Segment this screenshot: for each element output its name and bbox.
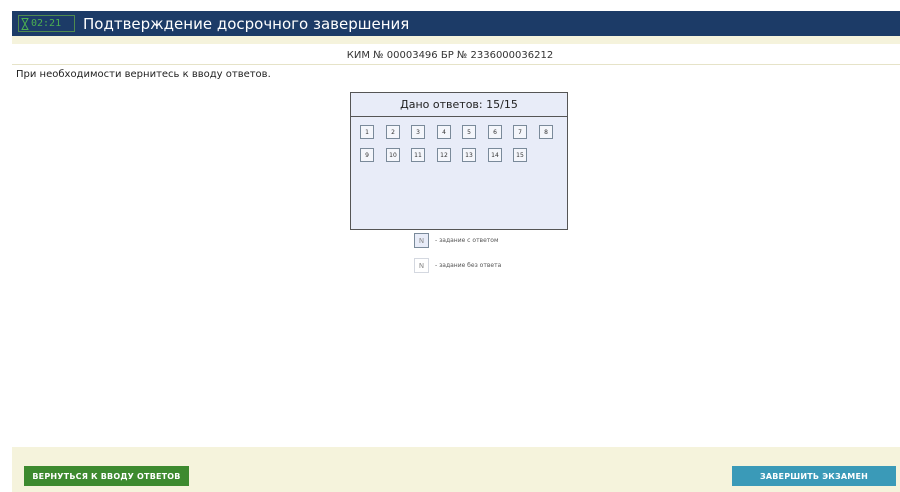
task-cell[interactable]: 3: [411, 125, 425, 139]
task-cell[interactable]: 4: [437, 125, 451, 139]
task-cell[interactable]: 7: [513, 125, 527, 139]
kim-info: КИМ № 00003496 БР № 2336000036212: [346, 50, 554, 61]
task-cell[interactable]: 10: [386, 148, 400, 162]
page-title: Подтверждение досрочного завершения: [83, 14, 410, 33]
divider: [12, 64, 900, 65]
finish-exam-button[interactable]: ЗАВЕРШИТЬ ЭКЗАМЕН: [732, 466, 896, 486]
task-cell[interactable]: 5: [462, 125, 476, 139]
legend-answered-label: - задание с ответом: [435, 237, 499, 244]
answers-panel: Дано ответов: 15/15 1 2 3 4 5 6 7 8 9 10 11 12 13 14 1…: [350, 92, 568, 230]
task-cell[interactable]: 15: [513, 148, 527, 162]
legend-answered-box: N: [414, 233, 429, 248]
instruction-text: При необходимости вернитесь к вводу отве…: [16, 69, 271, 80]
legend-unanswered-label: - задание без ответа: [435, 262, 502, 269]
task-cell[interactable]: 1: [360, 125, 374, 139]
task-cell[interactable]: 13: [462, 148, 476, 162]
exam-timer: 02:21: [18, 15, 75, 32]
task-cell[interactable]: 12: [437, 148, 451, 162]
task-cell[interactable]: 6: [488, 125, 502, 139]
task-cell[interactable]: 14: [488, 148, 502, 162]
task-cell[interactable]: 8: [539, 125, 553, 139]
hourglass-icon: [19, 16, 31, 31]
legend-unanswered-box: N: [414, 258, 429, 273]
answers-count: Дано ответов: 15/15: [351, 93, 567, 117]
header-bar: 02:21 Подтверждение досрочного завершени…: [12, 11, 900, 36]
header-strip: [12, 36, 900, 44]
task-cell[interactable]: 11: [411, 148, 425, 162]
return-to-answers-button[interactable]: ВЕРНУТЬСЯ К ВВОДУ ОТВЕТОВ: [24, 466, 189, 486]
task-cell[interactable]: 2: [386, 125, 400, 139]
task-cell[interactable]: 9: [360, 148, 374, 162]
timer-value: 02:21: [31, 18, 62, 29]
